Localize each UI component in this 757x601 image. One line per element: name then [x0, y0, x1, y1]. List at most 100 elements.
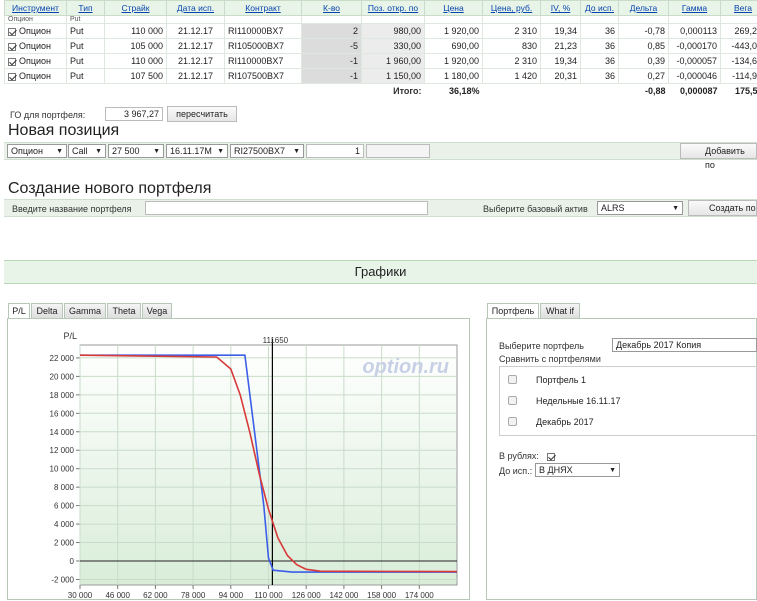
- column-header[interactable]: Страйк: [105, 1, 167, 16]
- portfolio-name-input[interactable]: [145, 201, 428, 215]
- portfolio-select[interactable]: Декабрь 2017 Копия: [612, 338, 757, 352]
- table-cell: [362, 16, 425, 24]
- row-checkbox[interactable]: [8, 73, 16, 81]
- table-cell: 105 000: [105, 39, 167, 54]
- compare-item[interactable]: Портфель 1: [508, 375, 517, 386]
- cell-text: 36: [605, 41, 615, 51]
- table-cell[interactable]: -1: [302, 54, 362, 69]
- compare-item[interactable]: Недельные 16.11.17: [508, 396, 517, 407]
- y-tick-label: 10 000: [50, 465, 75, 474]
- compare-item[interactable]: Декабрь 2017: [508, 417, 517, 428]
- tab-vega[interactable]: Vega: [142, 303, 172, 319]
- cell-text: 21,23: [554, 41, 577, 51]
- instrument-select[interactable]: Опцион▼: [7, 144, 67, 158]
- chevron-down-icon: ▼: [56, 146, 63, 157]
- row-checkbox[interactable]: [8, 28, 16, 36]
- y-axis-label: P/L: [63, 331, 77, 341]
- table-cell: Опцион: [5, 54, 67, 69]
- table-cell[interactable]: -1: [302, 69, 362, 84]
- column-header[interactable]: Цена: [425, 1, 483, 16]
- base-asset-select[interactable]: ALRS▼: [597, 201, 683, 215]
- checkbox-icon[interactable]: [508, 396, 517, 405]
- cell-text: Put: [70, 26, 84, 36]
- tab-theta[interactable]: Theta: [107, 303, 141, 319]
- row-checkbox[interactable]: [8, 58, 16, 66]
- table-cell: 21.12.17: [167, 24, 225, 39]
- table-row[interactable]: ОпционPut105 00021.12.17RI105000BX7-5330…: [5, 39, 757, 54]
- total-delta: -0,88: [619, 84, 669, 99]
- cell-text: 19,34: [554, 26, 577, 36]
- expiry-select[interactable]: В ДНЯХ▼: [535, 463, 620, 477]
- column-header[interactable]: Контракт: [225, 1, 302, 16]
- column-header[interactable]: До исп.: [581, 1, 619, 16]
- add-position-button[interactable]: Добавить по: [680, 143, 757, 159]
- cell-text: Опцион: [19, 71, 51, 81]
- checkbox-icon[interactable]: [508, 417, 517, 426]
- column-header[interactable]: Тип: [67, 1, 105, 16]
- table-row[interactable]: ОпционPut110 00021.12.17RI110000BX72980,…: [5, 24, 757, 39]
- table-cell: 19,34: [541, 24, 581, 39]
- y-tick-label: 8 000: [54, 483, 75, 492]
- table-row[interactable]: ОпционPut110 00021.12.17RI110000BX7-11 9…: [5, 54, 757, 69]
- y-tick-label: 2 000: [54, 539, 75, 548]
- tab-delta[interactable]: Delta: [31, 303, 63, 319]
- go-value-field[interactable]: 3 967,27: [105, 107, 163, 121]
- cell-text: -5: [350, 41, 358, 51]
- column-header[interactable]: Цена, руб.: [483, 1, 541, 16]
- table-cell[interactable]: 1 150,00: [362, 69, 425, 84]
- cell-text: 1 960,00: [386, 56, 421, 66]
- table-cell[interactable]: 980,00: [362, 24, 425, 39]
- cell-text: 0,39: [647, 56, 665, 66]
- cell-text: -134,63: [731, 56, 757, 66]
- table-cell: 1 180,00: [425, 69, 483, 84]
- pl-chart: -2 00002 0004 0006 0008 00010 00012 0001…: [8, 319, 469, 599]
- strike-select[interactable]: 27 500▼: [108, 144, 164, 158]
- y-tick-label: 12 000: [50, 446, 75, 455]
- y-tick-label: 6 000: [54, 502, 75, 511]
- total-cell: [67, 84, 105, 99]
- cell-text: 20,31: [554, 71, 577, 81]
- column-header[interactable]: Дата исп.: [167, 1, 225, 16]
- column-header[interactable]: Гамма: [669, 1, 721, 16]
- tab-what-if[interactable]: What if: [540, 303, 580, 319]
- table-cell[interactable]: -5: [302, 39, 362, 54]
- rubles-checkbox[interactable]: [547, 453, 555, 461]
- checkbox-icon[interactable]: [508, 375, 517, 384]
- column-header[interactable]: Инструмент: [5, 1, 67, 16]
- total-gamma: 0,000087: [669, 84, 721, 99]
- recalculate-button[interactable]: пересчитать: [167, 106, 237, 122]
- create-portfolio-button[interactable]: Создать по: [688, 200, 757, 216]
- go-label: ГО для портфеля:: [10, 110, 85, 120]
- column-header[interactable]: Дельта: [619, 1, 669, 16]
- column-header[interactable]: Поз. откр. по: [362, 1, 425, 16]
- table-cell[interactable]: 2: [302, 24, 362, 39]
- column-header[interactable]: IV, %: [541, 1, 581, 16]
- date-select[interactable]: 16.11.17M▼: [166, 144, 228, 158]
- column-header[interactable]: К-во: [302, 1, 362, 16]
- contract-select[interactable]: RI27500BX7▼: [230, 144, 304, 158]
- compare-label: Сравнить с портфелями: [499, 354, 601, 364]
- cell-text: 1 180,00: [444, 71, 479, 81]
- table-cell[interactable]: 330,00: [362, 39, 425, 54]
- quantity-field[interactable]: 1: [306, 144, 364, 158]
- type-select[interactable]: Call▼: [68, 144, 106, 158]
- tab-gamma[interactable]: Gamma: [64, 303, 106, 319]
- tab-portfolio[interactable]: Портфель: [487, 303, 539, 319]
- cell-text: Опцион: [19, 41, 51, 51]
- charts-section-header: Графики: [4, 260, 757, 284]
- positions-table: ИнструментТипСтрайкДата исп.КонтрактК-во…: [4, 0, 757, 99]
- column-header[interactable]: Вега: [721, 1, 757, 16]
- cell-text: 2 310: [514, 56, 537, 66]
- cell-text: 1 420: [514, 71, 537, 81]
- table-cell: 0,85: [619, 39, 669, 54]
- y-tick-label: 22 000: [50, 354, 75, 363]
- table-cell[interactable]: 1 960,00: [362, 54, 425, 69]
- cell-text: 36: [605, 26, 615, 36]
- cell-text: 2: [353, 26, 358, 36]
- table-row[interactable]: ОпционPut107 50021.12.17RI107500BX7-11 1…: [5, 69, 757, 84]
- price-field[interactable]: [366, 144, 430, 158]
- portfolio-name-label: Введите название портфеля: [12, 204, 132, 214]
- row-checkbox[interactable]: [8, 43, 16, 51]
- tab-pl[interactable]: P/L: [8, 303, 30, 319]
- cell-text: 269,27: [734, 26, 757, 36]
